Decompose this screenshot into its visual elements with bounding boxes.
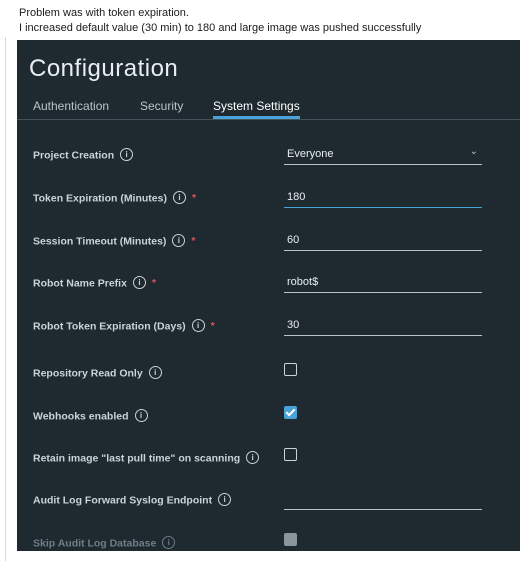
session-timeout-label: Session Timeout (Minutes) i * <box>33 234 196 248</box>
setting-retain-image-pull-time: Retain image "last pull time" on scannin… <box>17 445 520 475</box>
skip-audit-log-database-label: Skip Audit Log Database i <box>33 536 176 550</box>
webhooks-enabled-checkbox[interactable] <box>284 406 297 419</box>
required-marker: * <box>191 192 197 205</box>
info-icon[interactable]: i <box>162 536 176 549</box>
required-marker: * <box>151 277 157 290</box>
info-icon[interactable]: i <box>246 451 260 464</box>
info-icon[interactable]: i <box>218 493 232 506</box>
audit-log-forward-endpoint-input[interactable] <box>284 487 482 510</box>
page-title: Configuration <box>29 55 179 82</box>
comment-line-1: Problem was with token expiration. <box>19 7 189 19</box>
setting-repository-read-only: Repository Read Only i <box>17 360 520 390</box>
robot-token-expiration-input[interactable]: 30 <box>284 313 482 336</box>
setting-webhooks-enabled: Webhooks enabled i <box>17 403 520 433</box>
setting-session-timeout: Session Timeout (Minutes) i * 60 <box>17 228 520 258</box>
session-timeout-input[interactable]: 60 <box>284 228 482 251</box>
project-creation-label: Project Creation i <box>33 148 134 162</box>
retain-image-pull-time-checkbox[interactable] <box>284 448 297 461</box>
required-marker: * <box>210 320 215 333</box>
configuration-panel: Configuration Authentication Security Sy… <box>17 40 520 551</box>
setting-skip-audit-log-database: Skip Audit Log Database i <box>17 530 520 551</box>
required-marker: * <box>191 235 196 248</box>
chevron-down-icon: ⌄ <box>469 146 478 157</box>
info-icon[interactable]: i <box>172 234 186 247</box>
info-icon[interactable]: i <box>132 276 146 289</box>
setting-robot-name-prefix: Robot Name Prefix i * robot$ <box>17 270 520 300</box>
robot-name-prefix-input[interactable]: robot$ <box>284 270 482 293</box>
repository-read-only-checkbox[interactable] <box>284 363 297 376</box>
setting-robot-token-expiration: Robot Token Expiration (Days) i * 30 <box>17 313 520 343</box>
token-expiration-input[interactable]: 180 <box>284 185 482 208</box>
audit-log-forward-endpoint-label: Audit Log Forward Syslog Endpoint i <box>33 493 232 507</box>
webhooks-enabled-label: Webhooks enabled i <box>33 409 148 423</box>
info-icon[interactable]: i <box>172 191 186 204</box>
comment-line-2: I increased default value (30 min) to 18… <box>19 21 422 34</box>
info-icon[interactable]: i <box>148 366 162 379</box>
divider <box>5 37 6 561</box>
repository-read-only-label: Repository Read Only i <box>33 366 162 380</box>
tab-security[interactable]: Security <box>140 99 183 119</box>
tab-authentication[interactable]: Authentication <box>33 99 109 119</box>
retain-image-pull-time-label: Retain image "last pull time" on scannin… <box>33 451 260 465</box>
setting-token-expiration: Token Expiration (Minutes) i * 180 <box>17 185 520 215</box>
info-icon[interactable]: i <box>191 319 205 332</box>
robot-name-prefix-label: Robot Name Prefix i * <box>33 276 157 290</box>
setting-audit-log-forward-endpoint: Audit Log Forward Syslog Endpoint i <box>17 487 520 517</box>
project-creation-select[interactable]: Everyone ⌄ <box>284 142 482 165</box>
tab-system-settings[interactable]: System Settings <box>213 99 300 119</box>
info-icon[interactable]: i <box>134 409 148 422</box>
info-icon[interactable]: i <box>120 148 134 161</box>
comment-text: Problem was with token expiration. I inc… <box>19 6 421 35</box>
skip-audit-log-database-checkbox <box>284 533 297 546</box>
tab-bar: Authentication Security System Settings <box>17 95 520 120</box>
robot-token-expiration-label: Robot Token Expiration (Days) i * <box>33 319 215 333</box>
setting-project-creation: Project Creation i Everyone ⌄ <box>17 142 520 172</box>
token-expiration-label: Token Expiration (Minutes) i * <box>33 191 197 205</box>
